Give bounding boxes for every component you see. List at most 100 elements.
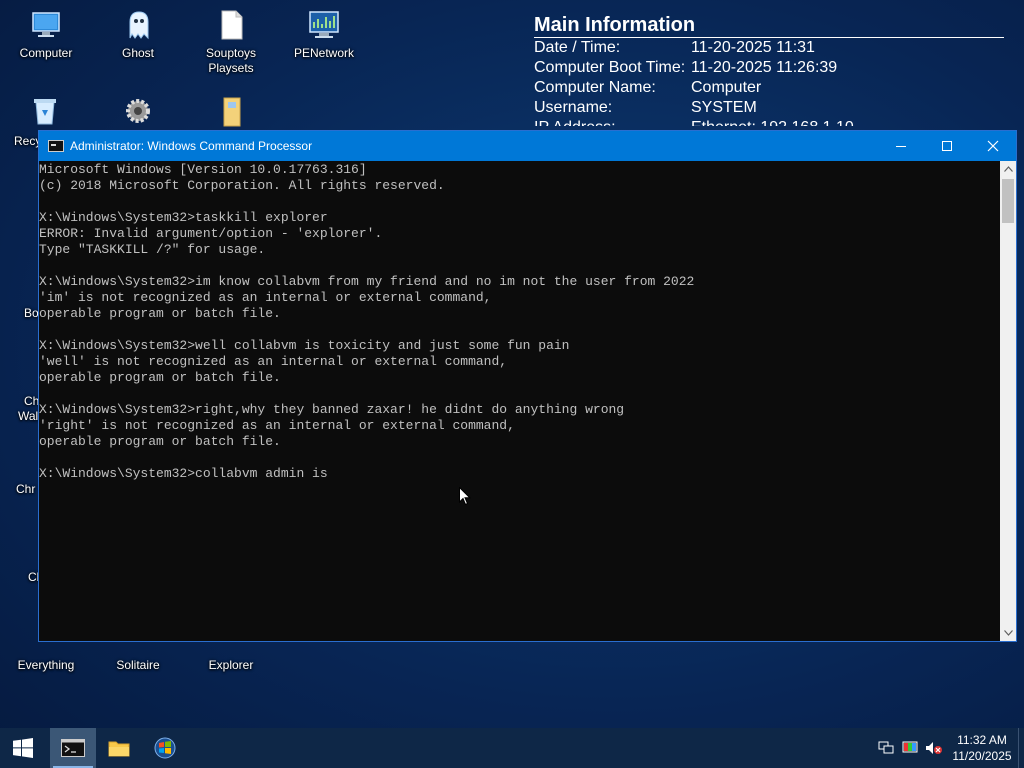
windows-flag-icon	[154, 737, 176, 759]
info-key: Computer Boot Time:	[534, 59, 686, 76]
desktop-icon-ghost[interactable]: Ghost	[92, 8, 184, 61]
console-line: 'well' is not recognized as an internal …	[39, 354, 508, 369]
minimize-button[interactable]	[878, 131, 924, 161]
mouse-pointer-icon	[459, 487, 471, 506]
info-row-datetime: Date / Time: 11-20-2025 11:31	[534, 38, 1004, 58]
console-line: operable program or batch file.	[39, 370, 281, 385]
start-icon	[13, 738, 33, 758]
ghost-icon	[121, 8, 155, 42]
console-line: Microsoft Windows [Version 10.0.17763.31…	[39, 162, 367, 177]
close-icon	[987, 140, 999, 152]
desktop-icon-label: PENetwork	[293, 46, 355, 60]
info-value: Computer	[691, 79, 762, 96]
recycle-bin-icon	[28, 96, 62, 130]
scroll-up-button[interactable]	[1000, 161, 1016, 177]
console-line: (c) 2018 Microsoft Corporation. All righ…	[39, 178, 445, 193]
info-row-username: Username: SYSTEM	[534, 98, 1004, 118]
info-value: Ethernet: 192.168.1.10	[691, 118, 854, 126]
maximize-button[interactable]	[924, 131, 970, 161]
console-line: 'im' is not recognized as an internal or…	[39, 290, 492, 305]
command-prompt-window[interactable]: Administrator: Windows Command Processor…	[38, 130, 1017, 642]
computer-icon	[29, 8, 63, 42]
close-button[interactable]	[970, 131, 1016, 161]
info-value: SYSTEM	[691, 99, 757, 116]
desktop-icon-settings[interactable]	[92, 96, 184, 134]
desktop-icon-souptoys[interactable]: Souptoys Playsets	[185, 8, 277, 76]
info-row-ip-address: IP Address: Ethernet: 192.168.1.10	[534, 118, 1004, 126]
desktop-icon-label: Chr	[16, 482, 36, 496]
tray-volume[interactable]	[922, 728, 946, 768]
folder-icon	[108, 741, 130, 757]
desktop-icon-solitaire[interactable]: Solitaire	[92, 640, 184, 673]
taskbar-app-explorer[interactable]	[96, 728, 142, 768]
clock-time: 11:32 AM	[957, 733, 1007, 747]
tray-display[interactable]	[898, 728, 922, 768]
info-panel-title: Main Information	[534, 14, 1004, 38]
console-line: X:\Windows\System32>im know collabvm fro…	[39, 274, 695, 289]
chevron-down-icon	[1003, 630, 1013, 636]
desktop-icon-label: Solitaire	[116, 658, 160, 672]
minimize-icon	[896, 146, 906, 147]
desktop-icon-label: Computer	[19, 46, 73, 60]
clock-date: 11/20/2025	[952, 749, 1012, 763]
info-key: IP Address:	[534, 118, 691, 126]
desktop-icon-label: Everything	[17, 658, 75, 672]
desktop-icon-computer[interactable]: Computer	[0, 8, 92, 61]
desktop-icon-label: Souptoys Playsets	[205, 46, 257, 75]
desktop-icon-partial[interactable]: Ch Wal	[0, 394, 40, 424]
system-info-panel: Main Information Date / Time: 11-20-2025…	[534, 14, 1004, 126]
taskbar-clock[interactable]: 11:32 AM 11/20/2025	[946, 732, 1018, 764]
console-line: X:\Windows\System32>taskkill explorer	[39, 210, 328, 225]
chevron-up-icon	[1003, 166, 1013, 172]
info-value: 11-20-2025 11:26:39	[691, 59, 838, 76]
window-titlebar[interactable]: Administrator: Windows Command Processor	[39, 131, 1016, 161]
network-icon	[878, 741, 894, 754]
info-value: 11-20-2025 11:31	[691, 39, 815, 56]
info-row-boot-time: Computer Boot Time: 11-20-2025 11:26:39	[534, 58, 1004, 78]
console-line: operable program or batch file.	[39, 306, 281, 321]
maximize-icon	[942, 141, 952, 151]
show-desktop-button[interactable]	[1018, 728, 1024, 768]
info-key: Computer Name:	[534, 79, 656, 96]
command-prompt-icon	[48, 140, 64, 152]
desktop-icon-folder[interactable]	[185, 96, 277, 134]
tray-network[interactable]	[874, 728, 898, 768]
folder-icon	[214, 96, 248, 130]
console-output[interactable]: Microsoft Windows [Version 10.0.17763.31…	[39, 161, 1000, 641]
console-line: 'right' is not recognized as an internal…	[39, 418, 515, 433]
desktop-icon-label: Explorer	[208, 658, 254, 672]
document-icon	[214, 8, 248, 42]
console-line: X:\Windows\System32>right,why they banne…	[39, 402, 625, 417]
desktop-icon-everything[interactable]: Everything	[0, 640, 92, 673]
gear-icon	[121, 96, 155, 130]
desktop-icon-partial[interactable]: Chr	[0, 482, 40, 497]
console-line: operable program or batch file.	[39, 434, 281, 449]
desktop-icon-penetwork[interactable]: PENetwork	[278, 8, 370, 61]
desktop-icon-label: Wal	[18, 409, 39, 423]
start-button[interactable]	[0, 728, 46, 768]
network-icon	[307, 8, 341, 42]
scrollbar-thumb[interactable]	[1002, 179, 1014, 223]
taskbar-app-cmd[interactable]	[50, 728, 96, 768]
console-line: X:\Windows\System32>well collabvm is tox…	[39, 338, 570, 353]
display-settings-icon	[902, 741, 918, 753]
taskbar: 11:32 AM 11/20/2025	[0, 728, 1024, 768]
taskbar-app-windows[interactable]	[142, 728, 188, 768]
window-title: Administrator: Windows Command Processor	[70, 139, 313, 153]
scroll-down-button[interactable]	[1000, 625, 1016, 641]
info-key: Date / Time:	[534, 39, 621, 56]
vertical-scrollbar[interactable]	[1000, 161, 1016, 641]
console-line: ERROR: Invalid argument/option - 'explor…	[39, 226, 383, 241]
command-prompt-icon	[61, 739, 85, 757]
info-key: Username:	[534, 99, 613, 116]
desktop-icon-partial[interactable]: Bo	[0, 306, 40, 321]
system-tray: 11:32 AM 11/20/2025	[874, 728, 1024, 768]
volume-muted-icon	[926, 742, 942, 754]
desktop-icon-explorer[interactable]: Explorer	[185, 640, 277, 673]
desktop-icon-partial[interactable]: Cl	[0, 570, 40, 585]
